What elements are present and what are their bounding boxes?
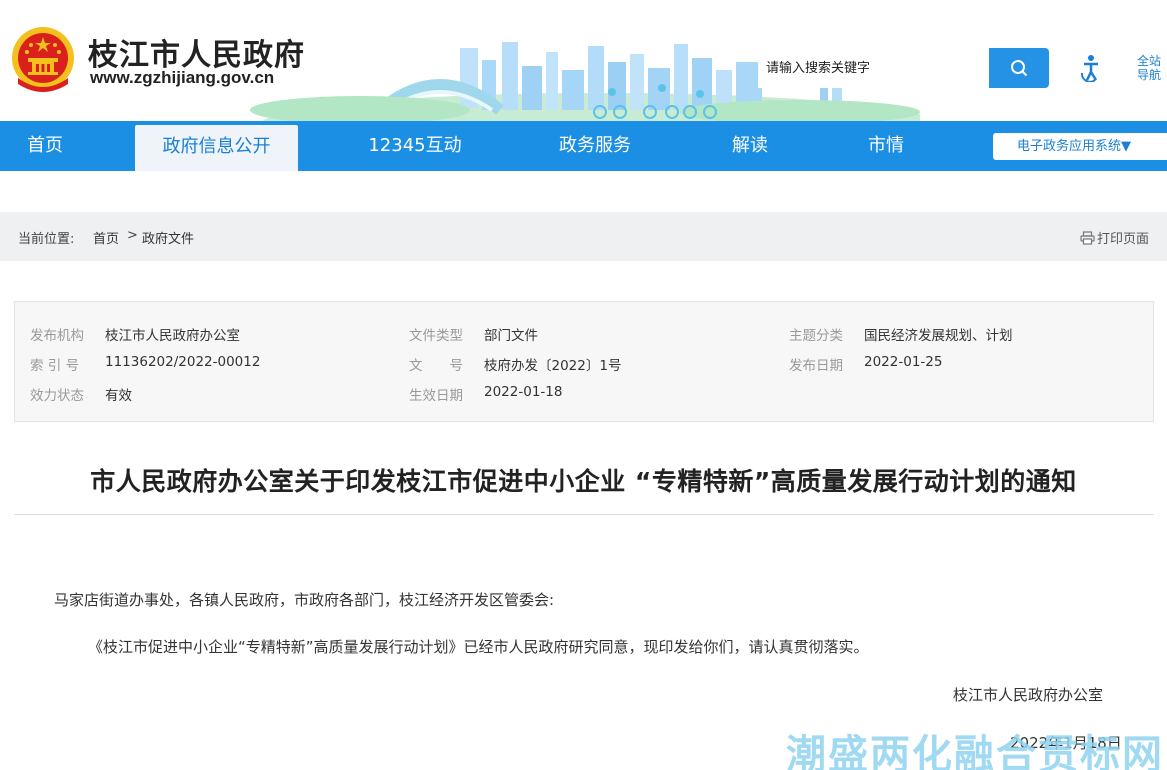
breadcrumb-label: 当前位置: — [18, 232, 75, 247]
publish-date-key: 发布日期 — [789, 358, 843, 374]
topic-value: 国民经济发展规划、计划 — [864, 328, 1013, 344]
doc-type-value: 部门文件 — [484, 328, 538, 344]
accessibility-icon[interactable] — [1079, 54, 1103, 82]
effective-date-value: 2022-01-18 — [484, 384, 563, 400]
nav-item-services[interactable]: 政务服务 — [540, 121, 650, 171]
document-salutation: 马家店街道办事处，各镇人民政府，市政府各部门，枝江经济开发区管委会: — [54, 591, 555, 609]
nav-item-12345[interactable]: 12345互动 — [350, 121, 480, 171]
national-emblem-icon — [12, 27, 74, 92]
site-header: 枝江市人民政府 www.zgzhijiang.gov.cn 请输入搜索关键字 全… — [0, 0, 1167, 121]
doc-no-value: 枝府办发〔2022〕1号 — [484, 358, 622, 374]
document-title: 市人民政府办公室关于印发枝江市促进中小企业 “专精特新”高质量发展行动计划的通知 — [90, 467, 1077, 496]
search-icon — [1011, 60, 1028, 77]
breadcrumb: 当前位置: 首页 > 政府文件 打印页面 — [0, 212, 1167, 261]
effective-date-key: 生效日期 — [409, 388, 463, 404]
nav-item-gov-info[interactable]: 政府信息公开 — [135, 125, 298, 171]
index-key: 索 引 号 — [30, 358, 80, 374]
document-paragraph: 《枝江市促进中小企业“专精特新”高质量发展行动计划》已经市人民政府研究同意，现印… — [88, 638, 869, 656]
publisher-key: 发布机构 — [30, 328, 84, 344]
print-button[interactable]: 打印页面 — [1080, 228, 1149, 247]
document-signature: 枝江市人民政府办公室 — [953, 686, 1104, 704]
status-value: 有效 — [105, 388, 132, 404]
print-label: 打印页面 — [1097, 232, 1150, 247]
doc-type-key: 文件类型 — [409, 328, 463, 344]
title-divider — [14, 514, 1154, 515]
publish-date-value: 2022-01-25 — [864, 354, 943, 370]
nav-item-city[interactable]: 市情 — [848, 121, 924, 171]
search-input[interactable] — [758, 48, 990, 88]
index-value: 11136202/2022-00012 — [105, 354, 261, 370]
breadcrumb-current-link[interactable]: 政府文件 — [142, 228, 194, 247]
printer-icon — [1080, 230, 1095, 245]
watermark: 潮盛两化融合贯标网 — [786, 732, 1164, 770]
search-button[interactable] — [989, 48, 1049, 88]
site-navigation-link[interactable]: 全站导航 — [1134, 54, 1164, 82]
nav-item-home[interactable]: 首页 — [0, 121, 90, 171]
topic-key: 主题分类 — [789, 328, 843, 344]
nav-item-interpret[interactable]: 解读 — [710, 121, 790, 171]
doc-no-key: 文 号 — [409, 358, 463, 374]
document-metadata: 发布机构 枝江市人民政府办公室 文件类型 部门文件 主题分类 国民经济发展规划、… — [14, 301, 1154, 422]
breadcrumb-separator: > — [127, 228, 138, 243]
eapp-dropdown[interactable]: 电子政务应用系统▼ — [993, 133, 1167, 160]
status-key: 效力状态 — [30, 388, 84, 404]
search-box — [758, 48, 990, 88]
publisher-value: 枝江市人民政府办公室 — [105, 328, 240, 344]
main-nav: 首页 政府信息公开 12345互动 政务服务 解读 市情 — [0, 121, 1167, 171]
breadcrumb-home-link[interactable]: 首页 — [93, 228, 119, 247]
